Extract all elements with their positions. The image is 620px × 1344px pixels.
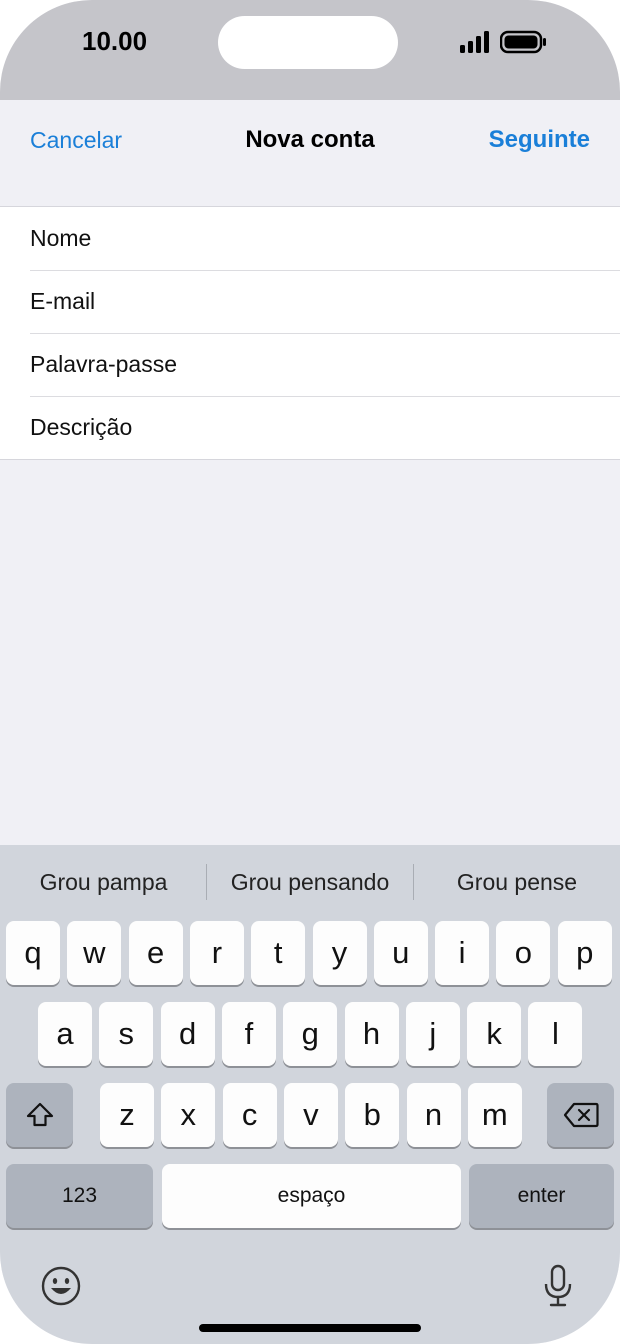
key-d[interactable]: d — [160, 1002, 215, 1066]
name-field[interactable]: Nome — [0, 207, 620, 270]
key-e[interactable]: e — [128, 921, 183, 985]
email-field[interactable]: E-mail — [0, 270, 620, 333]
dynamic-island — [218, 16, 398, 69]
suggestion-1[interactable]: Grou pampa — [0, 869, 207, 896]
shift-key[interactable] — [6, 1083, 73, 1147]
key-o[interactable]: o — [496, 921, 551, 985]
key-n[interactable]: n — [406, 1083, 461, 1147]
microphone-icon[interactable] — [541, 1263, 575, 1309]
suggestion-bar: Grou pampa Grou pensando Grou pense — [0, 845, 620, 919]
key-r[interactable]: r — [189, 921, 244, 985]
key-s[interactable]: s — [99, 1002, 154, 1066]
password-field-label: Palavra-passe — [30, 351, 178, 377]
password-field[interactable]: Palavra-passe — [0, 333, 620, 396]
status-bar: 10.00 — [0, 0, 620, 100]
key-i[interactable]: i — [435, 921, 490, 985]
battery-icon — [500, 30, 546, 54]
key-h[interactable]: h — [344, 1002, 399, 1066]
emoji-icon[interactable] — [40, 1265, 82, 1307]
key-v[interactable]: v — [283, 1083, 338, 1147]
key-q[interactable]: q — [6, 921, 60, 985]
key-t[interactable]: t — [251, 921, 306, 985]
key-b[interactable]: b — [345, 1083, 400, 1147]
keyboard: Grou pampa Grou pensando Grou pense qwer… — [0, 845, 620, 1344]
suggestion-3[interactable]: Grou pense — [414, 869, 620, 896]
key-m[interactable]: m — [467, 1083, 522, 1147]
key-x[interactable]: x — [161, 1083, 216, 1147]
name-field-label: Nome — [30, 225, 92, 251]
key-z[interactable]: z — [100, 1083, 154, 1147]
backspace-icon — [563, 1102, 599, 1128]
key-k[interactable]: k — [467, 1002, 522, 1066]
numbers-key[interactable]: 123 — [6, 1164, 153, 1228]
delete-key[interactable] — [547, 1083, 614, 1147]
enter-key[interactable]: enter — [469, 1164, 614, 1228]
key-w[interactable]: w — [67, 921, 122, 985]
key-u[interactable]: u — [373, 921, 428, 985]
description-field-label: Descrição — [30, 414, 133, 440]
phone-screen: 10.00 Cancelar Nova conta Seguinte Nome … — [0, 0, 620, 1344]
navigation-bar: Cancelar Nova conta Seguinte — [0, 100, 620, 180]
account-form: Nome E-mail Palavra-passe Descrição — [0, 206, 620, 460]
key-y[interactable]: y — [312, 921, 367, 985]
key-c[interactable]: c — [222, 1083, 277, 1147]
shift-icon — [26, 1102, 53, 1127]
key-g[interactable]: g — [283, 1002, 338, 1066]
email-field-label: E-mail — [30, 288, 96, 314]
suggestion-2[interactable]: Grou pensando — [207, 869, 413, 896]
key-l[interactable]: l — [528, 1002, 583, 1066]
space-key[interactable]: espaço — [162, 1164, 461, 1228]
key-a[interactable]: a — [38, 1002, 92, 1066]
home-indicator — [199, 1324, 421, 1332]
key-p[interactable]: p — [557, 921, 612, 985]
description-field[interactable]: Descrição — [0, 396, 620, 459]
next-button[interactable]: Seguinte — [489, 126, 590, 154]
signal-icon — [460, 31, 489, 53]
key-j[interactable]: j — [405, 1002, 460, 1066]
status-time: 10.00 — [82, 26, 148, 56]
key-f[interactable]: f — [221, 1002, 276, 1066]
